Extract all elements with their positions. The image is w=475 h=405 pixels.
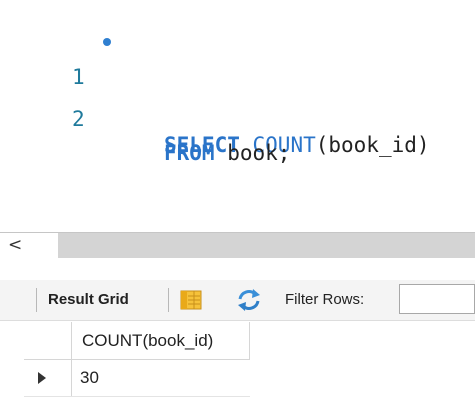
form-view-icon[interactable]: [180, 290, 202, 310]
current-row-indicator[interactable]: [24, 360, 72, 396]
grid-corner-header: [24, 322, 72, 360]
code-text[interactable]: FROM book;: [164, 136, 290, 170]
sql-args: (book_id): [315, 133, 430, 157]
row-divider: [24, 396, 250, 397]
result-grid[interactable]: COUNT(book_id) 30: [0, 322, 475, 405]
row-pointer-icon: [38, 372, 46, 384]
code-line-1[interactable]: 1 SELECT COUNT(book_id): [0, 26, 475, 157]
sql-keyword: FROM: [164, 141, 215, 165]
filter-rows-input[interactable]: [399, 284, 475, 314]
column-header-count-book-id[interactable]: COUNT(book_id): [72, 322, 250, 360]
sql-editor[interactable]: 1 SELECT COUNT(book_id) 2 FROM book;: [0, 0, 475, 232]
filter-rows-label: Filter Rows:: [285, 291, 365, 308]
line-number: 2: [72, 107, 85, 131]
result-grid-tab[interactable]: Result Grid: [48, 291, 129, 308]
refresh-icon[interactable]: [236, 288, 262, 312]
result-toolbar: Result Grid Filter Rows:: [0, 280, 475, 321]
toolbar-separator: [36, 288, 37, 312]
panel-divider: [0, 258, 475, 280]
statement-marker-icon: [103, 38, 111, 46]
result-cell[interactable]: 30: [80, 360, 99, 396]
horizontal-scrollbar[interactable]: <: [0, 232, 475, 258]
scroll-left-button[interactable]: <: [0, 233, 58, 258]
chevron-left-icon: <: [8, 235, 23, 255]
toolbar-separator: [168, 288, 169, 312]
sql-table: book;: [214, 141, 291, 165]
code-line-2[interactable]: 2 FROM book;: [0, 68, 475, 165]
